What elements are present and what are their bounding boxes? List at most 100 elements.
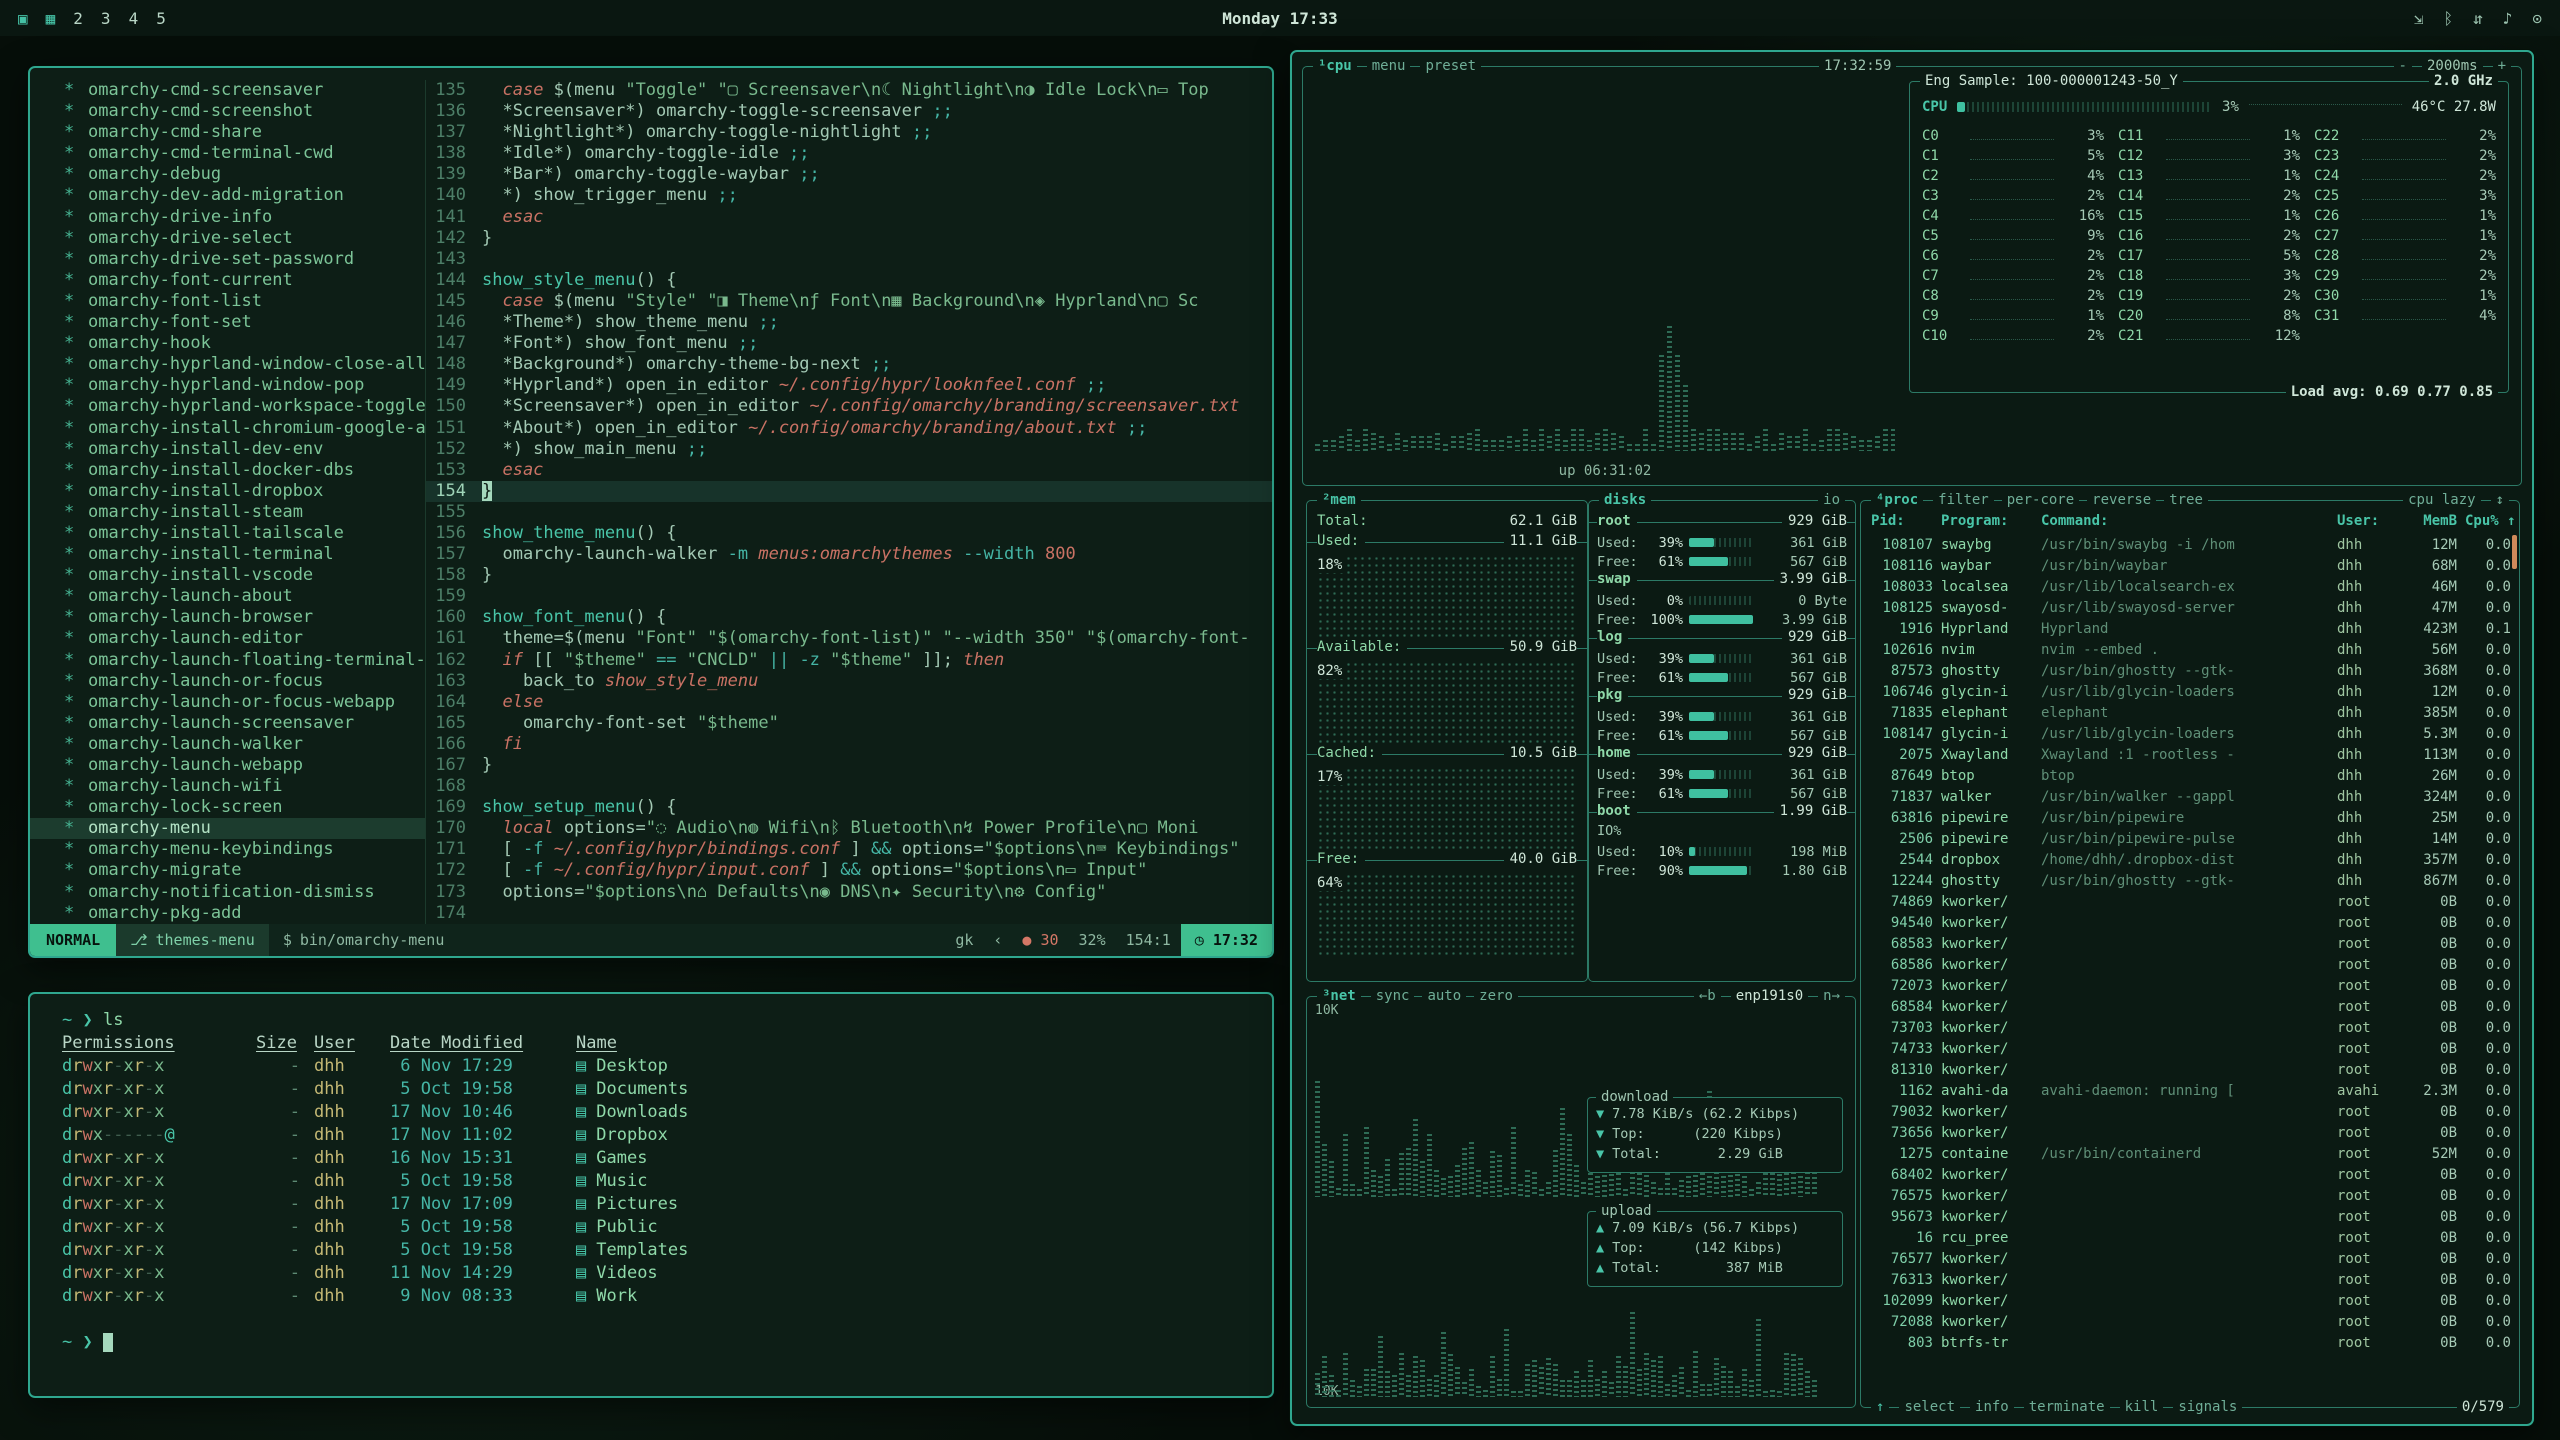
tree-item[interactable]: *omarchy-hyprland-window-pop: [30, 375, 425, 396]
menu-button[interactable]: menu: [1367, 57, 1411, 76]
tree-item[interactable]: *omarchy-cmd-terminal-cwd: [30, 143, 425, 164]
tree-item[interactable]: *omarchy-hyprland-workspace-toggle: [30, 396, 425, 417]
tree-item[interactable]: *omarchy-dev-add-migration: [30, 185, 425, 206]
process-row[interactable]: 63816pipewire/usr/bin/pipewiredhh25M0.0: [1871, 810, 2511, 831]
cpu-tab[interactable]: ¹cpu: [1313, 57, 1357, 76]
column-header[interactable]: Program:: [1941, 513, 2033, 537]
tree-item[interactable]: *omarchy-font-set: [30, 312, 425, 333]
tree-item[interactable]: *omarchy-install-steam: [30, 502, 425, 523]
tree-item[interactable]: *omarchy-menu-keybindings: [30, 839, 425, 860]
tree-item[interactable]: *omarchy-launch-about: [30, 586, 425, 607]
tree-item[interactable]: *omarchy-launch-wifi: [30, 776, 425, 797]
process-row[interactable]: 73656kworker/root0B0.0: [1871, 1125, 2511, 1146]
tree-item[interactable]: *omarchy-cmd-share: [30, 122, 425, 143]
workspace-4[interactable]: 4: [129, 9, 139, 28]
tree-item[interactable]: *omarchy-lock-screen: [30, 797, 425, 818]
tree-button[interactable]: tree: [2164, 491, 2208, 510]
process-row[interactable]: 12244ghostty/usr/bin/ghostty --gtk-dhh86…: [1871, 873, 2511, 894]
bluetooth-icon[interactable]: ᛒ: [2443, 9, 2453, 28]
workspace-app-icon[interactable]: ▦: [46, 9, 56, 28]
tree-item[interactable]: *omarchy-pkg-add: [30, 903, 425, 924]
tree-item[interactable]: *omarchy-notification-dismiss: [30, 882, 425, 903]
process-row[interactable]: 81310kworker/root0B0.0: [1871, 1062, 2511, 1083]
process-row[interactable]: 76313kworker/root0B0.0: [1871, 1272, 2511, 1293]
scroll-up-key[interactable]: ↑: [1871, 1398, 1889, 1417]
iface-next-button[interactable]: n→: [1818, 987, 1845, 1006]
tree-item[interactable]: *omarchy-install-tailscale: [30, 523, 425, 544]
auto-button[interactable]: auto: [1422, 987, 1466, 1006]
process-scrollbar-thumb[interactable]: [2512, 535, 2517, 569]
preset-button[interactable]: preset: [1420, 57, 1481, 76]
per-core-button[interactable]: per-core: [2002, 491, 2079, 510]
process-row[interactable]: 803btrfs-trroot0B0.0: [1871, 1335, 2511, 1356]
process-row[interactable]: 87649btopbtopdhh26M0.0: [1871, 768, 2511, 789]
tree-item[interactable]: *omarchy-launch-or-focus-webapp: [30, 692, 425, 713]
tree-item[interactable]: *omarchy-install-dropbox: [30, 481, 425, 502]
process-row[interactable]: 1162avahi-daavahi-daemon: running [avahi…: [1871, 1083, 2511, 1104]
tree-item[interactable]: *omarchy-drive-set-password: [30, 249, 425, 270]
column-header[interactable]: Command:: [2041, 513, 2329, 537]
tree-item[interactable]: *omarchy-hyprland-window-close-all: [30, 354, 425, 375]
process-row[interactable]: 108107swaybg/usr/bin/swaybg -i /homdhh12…: [1871, 537, 2511, 558]
iface-prev-button[interactable]: ←b: [1694, 987, 1721, 1006]
process-row[interactable]: 1916HyprlandHyprlanddhh423M0.1: [1871, 621, 2511, 642]
process-row[interactable]: 2544dropbox/home/dhh/.dropbox-distdhh357…: [1871, 852, 2511, 873]
tree-item[interactable]: *omarchy-menu: [30, 818, 425, 839]
tree-item[interactable]: *omarchy-launch-webapp: [30, 755, 425, 776]
tree-item[interactable]: *omarchy-drive-select: [30, 228, 425, 249]
sort-column-button[interactable]: cpu lazy: [2403, 491, 2480, 510]
column-header[interactable]: Cpu% ↑: [2465, 513, 2511, 537]
process-row[interactable]: 102099kworker/root0B0.0: [1871, 1293, 2511, 1314]
signals-button[interactable]: signals: [2173, 1398, 2242, 1417]
column-header[interactable]: MemB: [2401, 513, 2457, 537]
process-row[interactable]: 2075XwaylandXwayland :1 -rootless -dhh11…: [1871, 747, 2511, 768]
process-row[interactable]: 74869kworker/root0B0.0: [1871, 894, 2511, 915]
tree-item[interactable]: *omarchy-cmd-screenshot: [30, 101, 425, 122]
process-row[interactable]: 1275containe/usr/bin/containerdroot52M0.…: [1871, 1146, 2511, 1167]
process-row[interactable]: 68584kworker/root0B0.0: [1871, 999, 2511, 1020]
info-button[interactable]: info: [1970, 1398, 2014, 1417]
reverse-button[interactable]: reverse: [2087, 491, 2156, 510]
process-row[interactable]: 73703kworker/root0B0.0: [1871, 1020, 2511, 1041]
process-row[interactable]: 2506pipewire/usr/bin/pipewire-pulsedhh14…: [1871, 831, 2511, 852]
process-row[interactable]: 87573ghostty/usr/bin/ghostty --gtk-dhh36…: [1871, 663, 2511, 684]
process-row[interactable]: 108116waybar/usr/bin/waybardhh68M0.0: [1871, 558, 2511, 579]
disks-tab[interactable]: disks: [1599, 491, 1651, 510]
screencast-icon[interactable]: ⇲: [2414, 9, 2424, 28]
process-row[interactable]: 74733kworker/root0B0.0: [1871, 1041, 2511, 1062]
workspace-3[interactable]: 3: [101, 9, 111, 28]
process-row[interactable]: 108125swayosd-/usr/lib/swayosd-serverdhh…: [1871, 600, 2511, 621]
process-row[interactable]: 106746glycin-i/usr/lib/glycin-loadersdhh…: [1871, 684, 2511, 705]
kill-button[interactable]: kill: [2120, 1398, 2164, 1417]
tree-item[interactable]: *omarchy-launch-walker: [30, 734, 425, 755]
io-toggle-button[interactable]: io: [1818, 491, 1845, 510]
tree-item[interactable]: *omarchy-launch-browser: [30, 607, 425, 628]
tree-item[interactable]: *omarchy-install-chromium-google-a: [30, 418, 425, 439]
tree-item[interactable]: *omarchy-drive-info: [30, 207, 425, 228]
interval-minus-button[interactable]: -: [2394, 57, 2412, 76]
process-row[interactable]: 68583kworker/root0B0.0: [1871, 936, 2511, 957]
network-icon[interactable]: ⇵: [2473, 9, 2483, 28]
tree-item[interactable]: *omarchy-launch-editor: [30, 628, 425, 649]
sort-direction-icon[interactable]: ↕: [2491, 491, 2509, 510]
column-header[interactable]: Pid:: [1871, 513, 1933, 537]
tree-item[interactable]: *omarchy-debug: [30, 164, 425, 185]
process-row[interactable]: 71835elephantelephantdhh385M0.0: [1871, 705, 2511, 726]
tree-item[interactable]: *omarchy-launch-or-focus: [30, 671, 425, 692]
proc-tab[interactable]: ⁴proc: [1871, 491, 1923, 510]
process-row[interactable]: 68586kworker/root0B0.0: [1871, 957, 2511, 978]
workspace-5[interactable]: 5: [156, 9, 166, 28]
tree-item[interactable]: *omarchy-launch-floating-terminal-: [30, 650, 425, 671]
workspace-app-icon[interactable]: ▣: [18, 9, 28, 28]
process-row[interactable]: 16rcu_preeroot0B0.0: [1871, 1230, 2511, 1251]
mem-tab[interactable]: ²mem: [1317, 491, 1361, 510]
tree-item[interactable]: *omarchy-install-dev-env: [30, 439, 425, 460]
process-row[interactable]: 71837walker/usr/bin/walker --gappldhh324…: [1871, 789, 2511, 810]
process-row[interactable]: 108147glycin-i/usr/lib/glycin-loadersdhh…: [1871, 726, 2511, 747]
terminate-button[interactable]: terminate: [2024, 1398, 2110, 1417]
filter-button[interactable]: filter: [1933, 491, 1994, 510]
select-button[interactable]: select: [1899, 1398, 1960, 1417]
tree-item[interactable]: *omarchy-install-vscode: [30, 565, 425, 586]
process-row[interactable]: 76575kworker/root0B0.0: [1871, 1188, 2511, 1209]
process-row[interactable]: 108033localsea/usr/lib/localsearch-exdhh…: [1871, 579, 2511, 600]
